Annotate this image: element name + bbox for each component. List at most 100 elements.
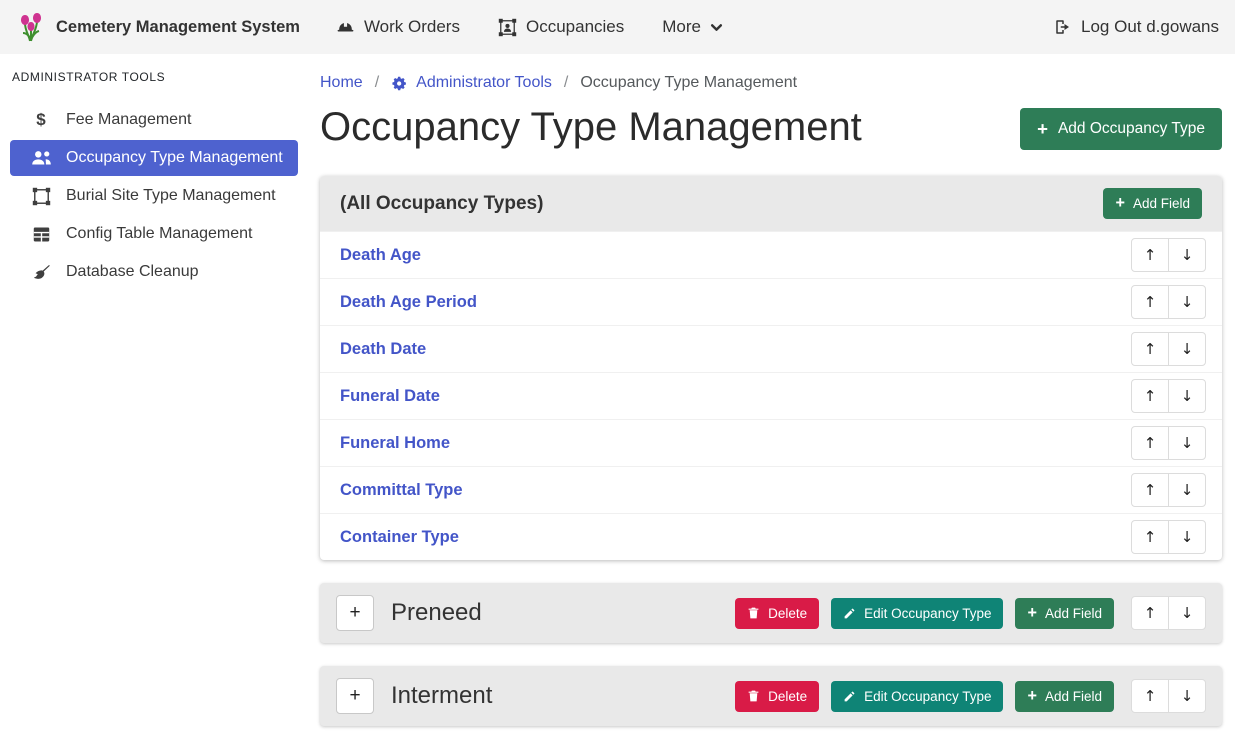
nav-more[interactable]: More xyxy=(662,17,723,37)
field-link-committal-type[interactable]: Committal Type xyxy=(340,481,463,500)
field-row: Death Age ↑ ↓ xyxy=(320,231,1222,278)
broom-icon xyxy=(30,263,52,282)
field-link-death-date[interactable]: Death Date xyxy=(340,340,426,359)
add-field-button[interactable]: + Add Field xyxy=(1015,681,1114,712)
add-field-button[interactable]: + Add Field xyxy=(1015,598,1114,629)
move-down-button[interactable]: ↓ xyxy=(1168,238,1206,272)
move-down-button[interactable]: ↓ xyxy=(1168,379,1206,413)
move-down-button[interactable]: ↓ xyxy=(1168,426,1206,460)
sidebar: ADMINISTRATOR TOOLS $ Fee Management Occ… xyxy=(0,54,310,726)
reorder-buttons: ↑ ↓ xyxy=(1131,426,1206,460)
top-navbar: Cemetery Management System Work Orders xyxy=(0,0,1235,54)
plus-icon: + xyxy=(1027,689,1036,704)
field-row: Funeral Date ↑ ↓ xyxy=(320,372,1222,419)
main-content: Home / Administrator Tools / Occupancy T… xyxy=(310,54,1235,726)
burial-site-icon xyxy=(30,187,52,206)
breadcrumb-separator: / xyxy=(375,74,379,92)
move-down-button[interactable]: ↓ xyxy=(1168,285,1206,319)
section-title: Interment xyxy=(391,682,735,710)
plus-icon: + xyxy=(1115,196,1124,211)
field-link-funeral-date[interactable]: Funeral Date xyxy=(340,387,440,406)
all-types-card-title: (All Occupancy Types) xyxy=(340,193,543,215)
move-down-button[interactable]: ↓ xyxy=(1168,596,1206,630)
all-occupancy-types-card: (All Occupancy Types) + Add Field Death … xyxy=(320,176,1222,560)
breadcrumb-separator: / xyxy=(564,74,568,92)
pencil-icon xyxy=(843,690,856,703)
section-interment: + Interment Delete xyxy=(320,666,1222,726)
sidebar-heading: ADMINISTRATOR TOOLS xyxy=(0,58,310,88)
move-up-button[interactable]: ↑ xyxy=(1131,596,1169,630)
sidebar-nav: $ Fee Management Occupancy Type Manageme… xyxy=(0,102,310,290)
field-row: Container Type ↑ ↓ xyxy=(320,513,1222,560)
move-up-button[interactable]: ↑ xyxy=(1131,520,1169,554)
nav-work-orders[interactable]: Work Orders xyxy=(336,17,460,37)
logout-button[interactable]: Log Out d.gowans xyxy=(1054,17,1219,37)
add-field-button[interactable]: + Add Field xyxy=(1103,188,1202,219)
sidebar-item-config-table-management[interactable]: Config Table Management xyxy=(10,216,298,252)
nav-occupancies[interactable]: Occupancies xyxy=(498,17,624,37)
breadcrumb: Home / Administrator Tools / Occupancy T… xyxy=(320,74,1222,92)
navbar-brand[interactable]: Cemetery Management System xyxy=(16,11,300,43)
move-up-button[interactable]: ↑ xyxy=(1131,679,1169,713)
edit-occupancy-type-button[interactable]: Edit Occupancy Type xyxy=(831,598,1003,629)
reorder-buttons: ↑ ↓ xyxy=(1131,285,1206,319)
table-icon xyxy=(30,226,52,243)
occupancy-frame-icon xyxy=(498,18,517,37)
move-down-button[interactable]: ↓ xyxy=(1168,332,1206,366)
chevron-down-icon xyxy=(710,21,723,34)
reorder-buttons: ↑ ↓ xyxy=(1131,473,1206,507)
pencil-icon xyxy=(843,607,856,620)
breadcrumb-admin-tools[interactable]: Administrator Tools xyxy=(391,74,552,92)
brand-title: Cemetery Management System xyxy=(56,18,300,37)
move-down-button[interactable]: ↓ xyxy=(1168,473,1206,507)
sidebar-item-occupancy-type-management[interactable]: Occupancy Type Management xyxy=(10,140,298,176)
delete-button[interactable]: Delete xyxy=(735,681,819,712)
expand-button[interactable]: + xyxy=(336,678,374,714)
reorder-buttons: ↑ ↓ xyxy=(1131,379,1206,413)
move-down-button[interactable]: ↓ xyxy=(1168,679,1206,713)
expand-button[interactable]: + xyxy=(336,595,374,631)
plus-icon: + xyxy=(1027,606,1036,621)
sidebar-item-fee-management[interactable]: $ Fee Management xyxy=(10,102,298,138)
field-link-container-type[interactable]: Container Type xyxy=(340,528,459,547)
dollar-icon: $ xyxy=(30,110,52,130)
field-link-death-age-period[interactable]: Death Age Period xyxy=(340,293,477,312)
move-up-button[interactable]: ↑ xyxy=(1131,379,1169,413)
field-link-death-age[interactable]: Death Age xyxy=(340,246,421,265)
reorder-buttons: ↑ ↓ xyxy=(1131,679,1206,713)
tulips-logo-icon xyxy=(16,11,46,43)
hard-hat-icon xyxy=(336,18,355,37)
breadcrumb-current: Occupancy Type Management xyxy=(580,74,797,92)
sidebar-item-database-cleanup[interactable]: Database Cleanup xyxy=(10,254,298,290)
delete-button[interactable]: Delete xyxy=(735,598,819,629)
gear-icon xyxy=(391,75,408,92)
field-row: Funeral Home ↑ ↓ xyxy=(320,419,1222,466)
move-up-button[interactable]: ↑ xyxy=(1131,426,1169,460)
reorder-buttons: ↑ ↓ xyxy=(1131,238,1206,272)
move-up-button[interactable]: ↑ xyxy=(1131,473,1169,507)
section-preneed: + Preneed Delete xyxy=(320,583,1222,643)
section-title: Preneed xyxy=(391,599,735,627)
reorder-buttons: ↑ ↓ xyxy=(1131,332,1206,366)
page-title: Occupancy Type Management xyxy=(320,100,862,154)
field-link-funeral-home[interactable]: Funeral Home xyxy=(340,434,450,453)
move-up-button[interactable]: ↑ xyxy=(1131,238,1169,272)
field-row: Death Age Period ↑ ↓ xyxy=(320,278,1222,325)
reorder-buttons: ↑ ↓ xyxy=(1131,596,1206,630)
users-icon xyxy=(30,149,52,167)
trash-icon xyxy=(747,689,760,703)
section-actions: Delete Edit Occupancy Type + Add Field xyxy=(735,679,1206,713)
breadcrumb-home[interactable]: Home xyxy=(320,74,363,92)
plus-icon: + xyxy=(1037,121,1048,138)
move-down-button[interactable]: ↓ xyxy=(1168,520,1206,554)
navbar-links: Work Orders Occupancies More xyxy=(336,17,723,37)
sign-out-icon xyxy=(1054,18,1072,36)
title-row: Occupancy Type Management + Add Occupanc… xyxy=(320,100,1222,154)
sidebar-item-burial-site-type-management[interactable]: Burial Site Type Management xyxy=(10,178,298,214)
edit-occupancy-type-button[interactable]: Edit Occupancy Type xyxy=(831,681,1003,712)
move-up-button[interactable]: ↑ xyxy=(1131,285,1169,319)
field-row: Committal Type ↑ ↓ xyxy=(320,466,1222,513)
section-actions: Delete Edit Occupancy Type + Add Field xyxy=(735,596,1206,630)
move-up-button[interactable]: ↑ xyxy=(1131,332,1169,366)
add-occupancy-type-button[interactable]: + Add Occupancy Type xyxy=(1020,108,1222,150)
